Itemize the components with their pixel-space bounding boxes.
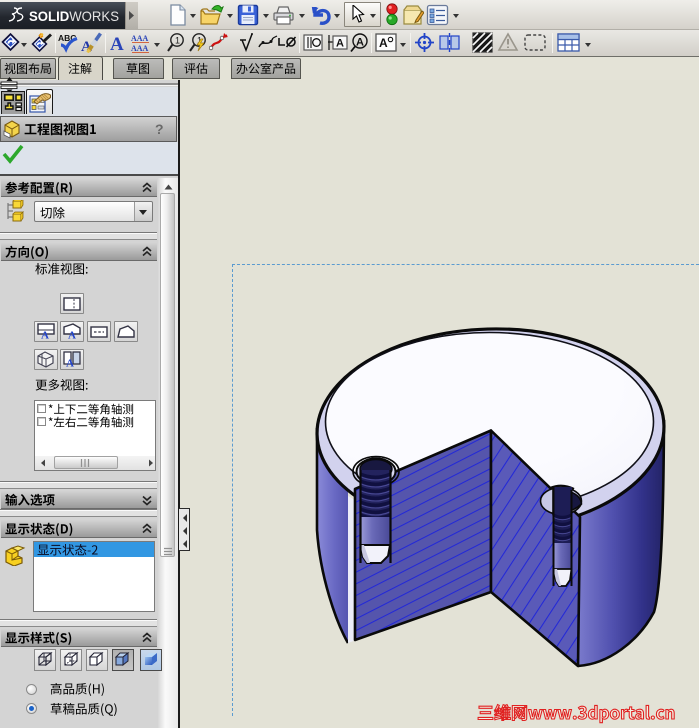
svg-text:A: A (68, 330, 76, 340)
svg-text:A: A (379, 36, 388, 50)
svg-text:1: 1 (175, 36, 180, 46)
svg-text:A: A (41, 330, 49, 340)
svg-text:A: A (66, 358, 74, 368)
svg-text:A: A (356, 37, 364, 49)
svg-text:AAA: AAA (131, 34, 149, 43)
svg-text:AAA: AAA (131, 44, 149, 53)
svg-text:A: A (110, 34, 124, 53)
svg-text:A: A (336, 38, 344, 50)
svg-text:SOLIDWORKS: SOLIDWORKS (29, 8, 119, 24)
